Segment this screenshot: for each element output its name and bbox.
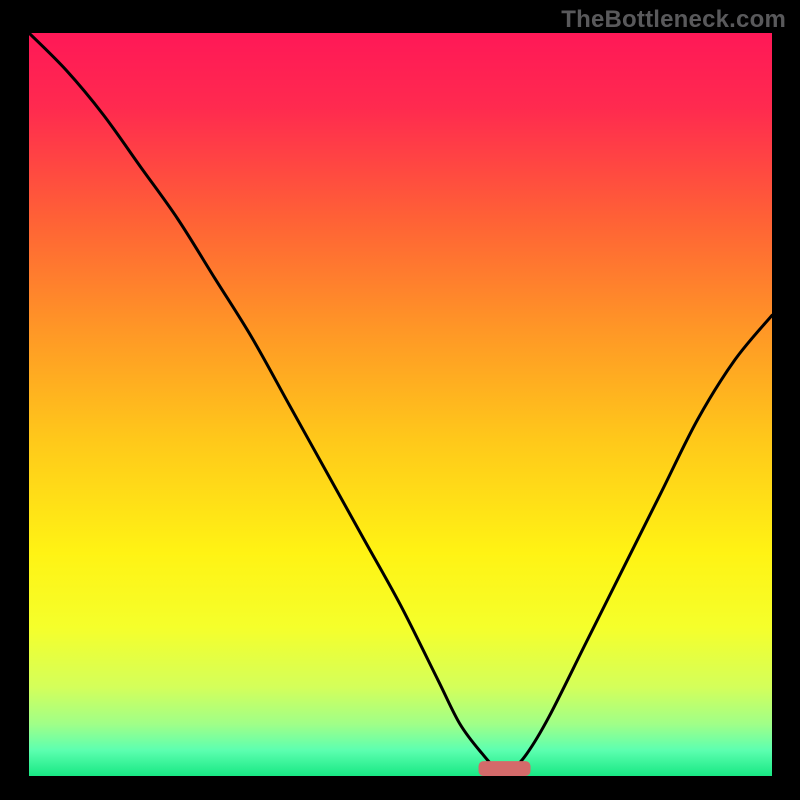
- plot-background: [29, 33, 772, 776]
- optimal-marker: [479, 761, 531, 776]
- chart-frame: TheBottleneck.com: [0, 0, 800, 800]
- watermark-label: TheBottleneck.com: [561, 6, 786, 34]
- bottleneck-chart: [29, 33, 772, 776]
